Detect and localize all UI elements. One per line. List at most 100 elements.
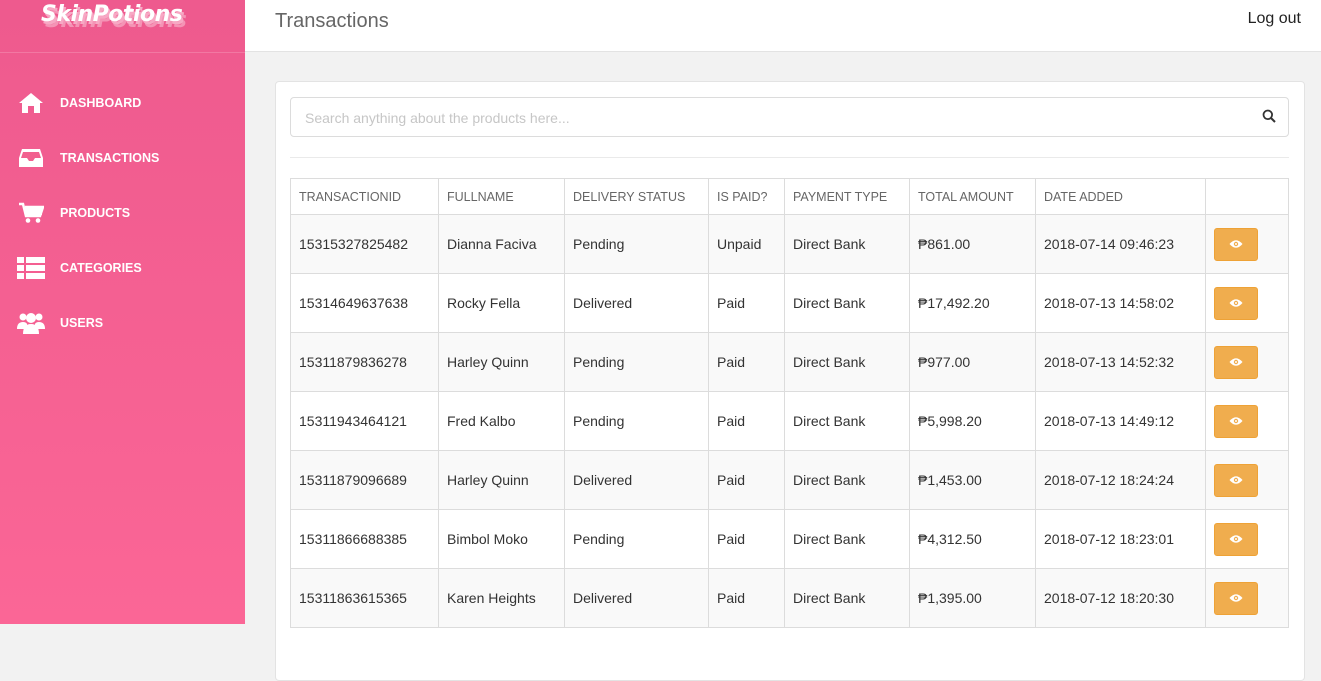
date-added-cell: 2018-07-13 14:58:02 (1035, 273, 1206, 333)
fullname-cell: Karen Heights (438, 568, 565, 628)
top-bar: Transactions Log out (245, 0, 1321, 52)
actions-cell (1205, 568, 1289, 628)
table-row: 15311879096689 Harley Quinn Delivered Paid D… (290, 450, 1289, 510)
transaction-id-cell: 15315327825482 (290, 214, 439, 274)
transactions-panel: TRANSACTIONID FULLNAME DELIVERY STATUS I… (275, 81, 1305, 681)
fullname-cell: Rocky Fella (438, 273, 565, 333)
search-input[interactable] (303, 99, 1247, 137)
actions-cell (1205, 214, 1289, 274)
is-paid-cell: Unpaid (708, 214, 785, 274)
date-added-cell: 2018-07-12 18:24:24 (1035, 450, 1206, 510)
actions-cell (1205, 391, 1289, 451)
eye-icon (1229, 590, 1243, 606)
date-added-cell: 2018-07-12 18:20:30 (1035, 568, 1206, 628)
date-added-cell: 2018-07-13 14:52:32 (1035, 332, 1206, 392)
eye-icon (1229, 295, 1243, 311)
delivery-status-cell: Delivered (564, 450, 709, 510)
view-transaction-button[interactable] (1214, 227, 1258, 261)
actions-cell (1205, 273, 1289, 333)
eye-icon (1229, 472, 1243, 488)
is-paid-cell: Paid (708, 391, 785, 451)
actions-cell (1205, 450, 1289, 510)
sidebar: SkinPotions DASHBOARD TRANSACTIONS PRODU… (0, 0, 245, 624)
is-paid-cell: Paid (708, 273, 785, 333)
inbox-icon (16, 146, 46, 170)
payment-type-cell: Direct Bank (784, 391, 910, 451)
transaction-id-cell: 15311943464121 (290, 391, 439, 451)
total-amount-cell: ₱977.00 (909, 332, 1036, 392)
view-transaction-button[interactable] (1214, 463, 1258, 497)
transaction-id-cell: 15314649637638 (290, 273, 439, 333)
table-row: 15311879836278 Harley Quinn Pending Paid Dir… (290, 332, 1289, 392)
sidebar-item-label: TRANSACTIONS (60, 150, 160, 165)
date-added-cell: 2018-07-12 18:23:01 (1035, 509, 1206, 569)
sidebar-item-users[interactable]: USERS (0, 295, 245, 350)
column-header-delivery-status[interactable]: DELIVERY STATUS (564, 178, 709, 215)
transaction-id-cell: 15311863615365 (290, 568, 439, 628)
brand-logo-text: SkinPotions (41, 2, 183, 27)
eye-icon (1229, 236, 1243, 252)
sidebar-item-dashboard[interactable]: DASHBOARD (0, 75, 245, 130)
transaction-id-cell: 15311866688385 (290, 509, 439, 569)
sidebar-item-label: CATEGORIES (60, 260, 142, 275)
table-body: 15315327825482 Dianna Faciva Pending Unpaid… (290, 214, 1289, 628)
total-amount-cell: ₱5,998.20 (909, 391, 1036, 451)
view-transaction-button[interactable] (1214, 404, 1258, 438)
eye-icon (1229, 413, 1243, 429)
sidebar-item-label: USERS (60, 315, 104, 330)
fullname-cell: Bimbol Moko (438, 509, 565, 569)
table-row: 15311863615365 Karen Heights Delivered Paid… (290, 568, 1289, 628)
view-transaction-button[interactable] (1214, 345, 1258, 379)
search-icon[interactable] (1262, 109, 1276, 128)
is-paid-cell: Paid (708, 568, 785, 628)
column-header-payment-type[interactable]: PAYMENT TYPE (784, 178, 910, 215)
is-paid-cell: Paid (708, 509, 785, 569)
payment-type-cell: Direct Bank (784, 214, 910, 274)
total-amount-cell: ₱4,312.50 (909, 509, 1036, 569)
sidebar-item-products[interactable]: PRODUCTS (0, 185, 245, 240)
delivery-status-cell: Pending (564, 391, 709, 451)
view-transaction-button[interactable] (1214, 581, 1258, 615)
date-added-cell: 2018-07-13 14:49:12 (1035, 391, 1206, 451)
actions-cell (1205, 332, 1289, 392)
list-icon (16, 256, 46, 280)
column-header-fullname[interactable]: FULLNAME (438, 178, 565, 215)
is-paid-cell: Paid (708, 450, 785, 510)
divider (290, 157, 1289, 158)
eye-icon (1229, 354, 1243, 370)
delivery-status-cell: Pending (564, 509, 709, 569)
fullname-cell: Harley Quinn (438, 332, 565, 392)
column-header-transaction-id[interactable]: TRANSACTIONID (290, 178, 439, 215)
total-amount-cell: ₱861.00 (909, 214, 1036, 274)
fullname-cell: Harley Quinn (438, 450, 565, 510)
actions-cell (1205, 509, 1289, 569)
page-title: Transactions (275, 10, 389, 32)
delivery-status-cell: Delivered (564, 568, 709, 628)
brand-logo[interactable]: SkinPotions (0, 0, 245, 53)
fullname-cell: Fred Kalbo (438, 391, 565, 451)
sidebar-item-transactions[interactable]: TRANSACTIONS (0, 130, 245, 185)
sidebar-item-label: DASHBOARD (60, 95, 142, 110)
total-amount-cell: ₱1,395.00 (909, 568, 1036, 628)
date-added-cell: 2018-07-14 09:46:23 (1035, 214, 1206, 274)
column-header-total-amount[interactable]: TOTAL AMOUNT (909, 178, 1036, 215)
transactions-table: TRANSACTIONID FULLNAME DELIVERY STATUS I… (290, 178, 1289, 628)
table-row: 15314649637638 Rocky Fella Delivered Paid Di… (290, 273, 1289, 333)
users-icon (16, 311, 46, 335)
eye-icon (1229, 531, 1243, 547)
column-header-is-paid[interactable]: IS PAID? (708, 178, 785, 215)
view-transaction-button[interactable] (1214, 286, 1258, 320)
payment-type-cell: Direct Bank (784, 568, 910, 628)
transaction-id-cell: 15311879836278 (290, 332, 439, 392)
logout-link[interactable]: Log out (1248, 10, 1301, 28)
sidebar-item-categories[interactable]: CATEGORIES (0, 240, 245, 295)
table-row: 15311866688385 Bimbol Moko Pending Paid Dire… (290, 509, 1289, 569)
delivery-status-cell: Pending (564, 214, 709, 274)
sidebar-item-label: PRODUCTS (60, 205, 131, 220)
delivery-status-cell: Delivered (564, 273, 709, 333)
fullname-cell: Dianna Faciva (438, 214, 565, 274)
view-transaction-button[interactable] (1214, 522, 1258, 556)
column-header-date-added[interactable]: DATE ADDED (1035, 178, 1206, 215)
cart-icon (16, 201, 46, 225)
sidebar-nav: DASHBOARD TRANSACTIONS PRODUCTS CATEGORI… (0, 75, 245, 350)
